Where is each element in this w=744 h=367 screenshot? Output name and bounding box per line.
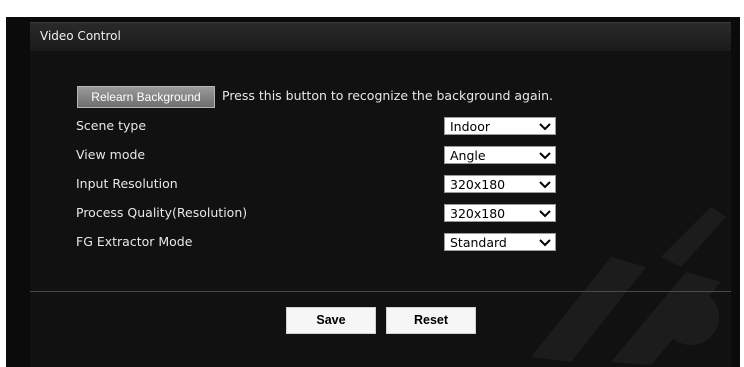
panel-title: Video Control: [40, 29, 121, 43]
chevron-down-icon: [539, 152, 551, 160]
chevron-down-icon: [539, 239, 551, 247]
process-quality-select[interactable]: 320x180: [444, 204, 556, 222]
process-quality-value: 320x180: [450, 206, 506, 221]
relearn-hint-text: Press this button to recognize the backg…: [222, 88, 554, 103]
panel-header: Video Control: [30, 22, 731, 52]
reset-button[interactable]: Reset: [386, 307, 476, 334]
process-quality-label: Process Quality(Resolution): [76, 205, 248, 220]
scene-type-value: Indoor: [450, 119, 490, 134]
view-mode-label: View mode: [76, 147, 146, 162]
scene-type-select[interactable]: Indoor: [444, 117, 556, 135]
chevron-down-icon: [539, 210, 551, 218]
input-resolution-value: 320x180: [450, 177, 506, 192]
fg-extractor-mode-select[interactable]: Standard: [444, 233, 556, 251]
chevron-down-icon: [539, 123, 551, 131]
chevron-down-icon: [539, 181, 551, 189]
input-resolution-select[interactable]: 320x180: [444, 175, 556, 193]
fg-extractor-mode-value: Standard: [450, 235, 507, 250]
view-mode-value: Angle: [450, 148, 486, 163]
input-resolution-label: Input Resolution: [76, 176, 178, 191]
view-mode-select[interactable]: Angle: [444, 146, 556, 164]
footer-divider: [30, 291, 731, 292]
background-watermark: [531, 207, 726, 365]
scene-type-label: Scene type: [76, 118, 147, 133]
save-button[interactable]: Save: [286, 307, 376, 334]
fg-extractor-mode-label: FG Extractor Mode: [76, 234, 193, 249]
relearn-background-button[interactable]: Relearn Background: [77, 86, 215, 108]
